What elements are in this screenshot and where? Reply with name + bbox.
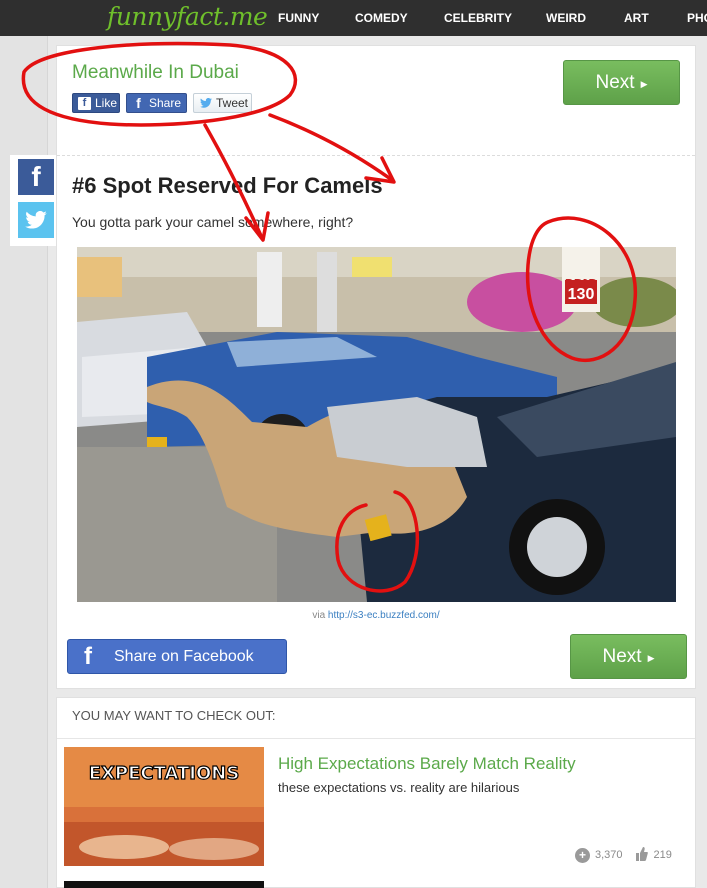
post-headline[interactable]: Meanwhile In Dubai [72,62,239,84]
next-button-bottom[interactable]: Next ▶ [570,634,687,679]
facebook-share-button[interactable]: f Share [126,93,187,113]
related-title[interactable]: High Expectations Barely Match Reality [278,754,576,774]
source-credit: via http://s3-ec.buzzfed.com/ [57,610,695,621]
like-label: Like [95,96,118,110]
facebook-icon: f [78,96,91,110]
facebook-icon: f [136,95,141,111]
tweet-button[interactable]: Tweet [193,93,252,113]
nav-photo[interactable]: PHO [687,11,707,25]
share-on-facebook-label: Share on Facebook [114,647,254,665]
share-on-facebook-button[interactable]: f Share on Facebook [67,639,287,674]
nav-art[interactable]: ART [624,11,649,25]
next-label: Next [595,71,635,93]
thumbs-up-icon [635,846,648,864]
related-heading: YOU MAY WANT TO CHECK OUT: [72,708,276,723]
facebook-like-button[interactable]: f Like [72,93,120,113]
divider [57,738,695,739]
post-card: Meanwhile In Dubai f Like f Share Tweet … [56,45,696,689]
twitter-icon[interactable] [18,202,54,238]
play-arrow-icon: ▶ [640,79,648,89]
plus-circle-icon: + [575,847,590,863]
item-photo: הנחה 130 [77,247,676,602]
related-description: these expectations vs. reality are hilar… [278,780,520,795]
top-nav: funnyfact.me FUNNY COMEDY CELEBRITY WEIR… [0,0,707,36]
site-logo[interactable]: funnyfact.me [107,2,268,31]
twitter-icon [199,97,212,110]
related-thumbnail-next[interactable] [64,881,264,888]
nav-celebrity[interactable]: CELEBRITY [444,11,512,25]
thumbnail-caption: EXPECTATIONS [89,763,240,784]
play-arrow-icon: ▶ [647,653,655,663]
facebook-icon: f [84,642,92,670]
via-prefix: via [312,610,328,621]
like-count: 219 [653,849,672,861]
item-title: #6 Spot Reserved For Camels [72,173,383,198]
nav-comedy[interactable]: COMEDY [355,11,408,25]
price-sign: 130 [568,286,595,303]
next-label: Next [602,645,642,667]
item-description: You gotta park your camel somewhere, rig… [72,214,354,230]
view-count: 3,370 [595,849,623,861]
related-stats: + 3,370 219 [575,846,672,864]
post-header: Meanwhile In Dubai f Like f Share Tweet … [57,46,695,156]
nav-weird[interactable]: WEIRD [546,11,586,25]
related-thumbnail[interactable]: EXPECTATIONS [64,747,264,866]
floating-share-bar: f [10,155,56,246]
nav-funny[interactable]: FUNNY [278,11,319,25]
source-link[interactable]: http://s3-ec.buzzfed.com/ [328,610,440,621]
facebook-icon[interactable]: f [18,159,54,195]
share-label: Share [149,96,182,110]
tweet-label: Tweet [216,96,249,110]
next-button-top[interactable]: Next ▶ [563,60,680,105]
related-section: YOU MAY WANT TO CHECK OUT: EXPECTATIONS … [56,697,696,888]
